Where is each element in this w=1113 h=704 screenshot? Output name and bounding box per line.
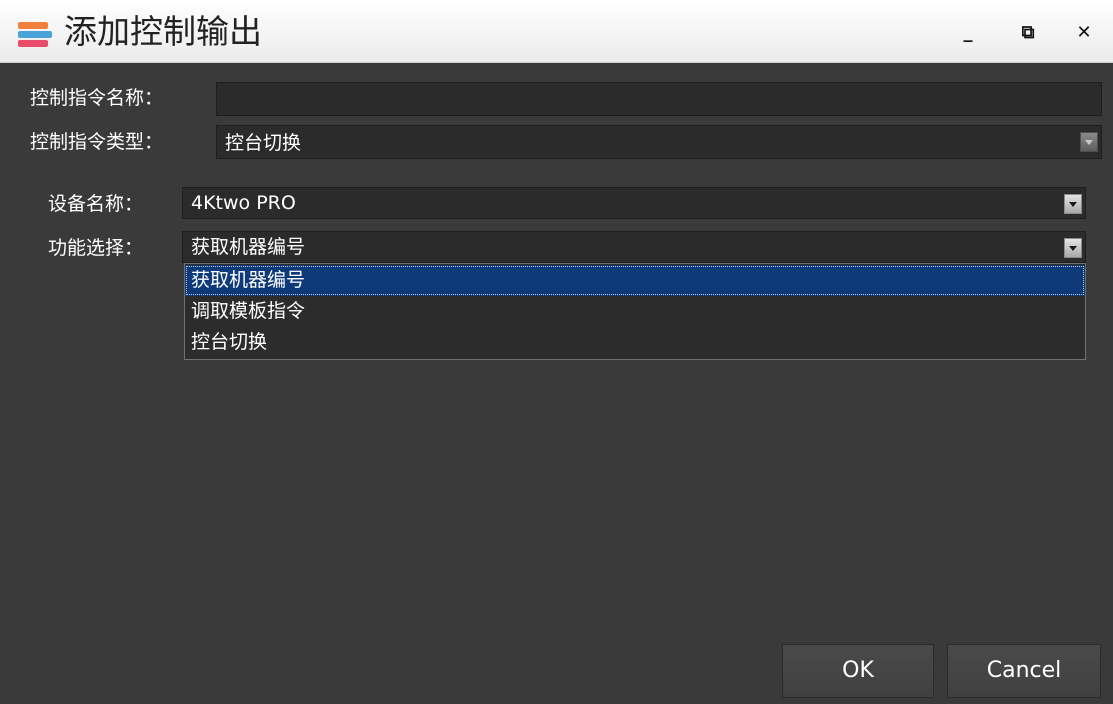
title-bar: 添加控制输出 _ ⧉ ✕: [0, 0, 1113, 63]
chevron-down-icon[interactable]: [1080, 132, 1098, 152]
restore-button[interactable]: ⧉: [1008, 18, 1048, 48]
device-name-value: 4Ktwo PRO: [191, 192, 296, 214]
dropdown-option[interactable]: 调取模板指令: [185, 296, 1085, 327]
window-title: 添加控制输出: [64, 12, 262, 51]
cancel-button[interactable]: Cancel: [947, 644, 1101, 698]
command-name-label: 控制指令名称：: [30, 87, 164, 109]
device-name-select[interactable]: 4Ktwo PRO: [182, 187, 1086, 219]
app-icon: [18, 22, 52, 47]
function-select-label: 功能选择：: [48, 237, 144, 259]
command-type-value: 控台切换: [225, 132, 302, 154]
close-button[interactable]: ✕: [1064, 18, 1104, 48]
dropdown-option[interactable]: 获取机器编号: [185, 265, 1085, 296]
function-select-value: 获取机器编号: [191, 236, 306, 258]
dropdown-option[interactable]: 控台切换: [185, 327, 1085, 358]
minimize-button[interactable]: _: [948, 18, 988, 48]
minimize-icon: _: [963, 22, 973, 43]
command-type-label: 控制指令类型：: [30, 131, 164, 153]
dialog-window: 添加控制输出 _ ⧉ ✕ 控制指令名称： 控制指令类型： 控台切换 设备名称： …: [0, 0, 1113, 704]
device-name-label: 设备名称：: [48, 193, 144, 215]
restore-icon: ⧉: [1021, 22, 1035, 43]
chevron-down-icon[interactable]: [1064, 238, 1082, 258]
close-icon: ✕: [1076, 22, 1092, 43]
ok-button[interactable]: OK: [782, 644, 934, 698]
command-type-select[interactable]: 控台切换: [216, 125, 1102, 159]
function-dropdown-list: 获取机器编号 调取模板指令 控台切换: [184, 263, 1086, 360]
command-name-input[interactable]: [216, 82, 1102, 116]
function-select[interactable]: 获取机器编号: [182, 231, 1086, 263]
chevron-down-icon[interactable]: [1064, 194, 1082, 214]
